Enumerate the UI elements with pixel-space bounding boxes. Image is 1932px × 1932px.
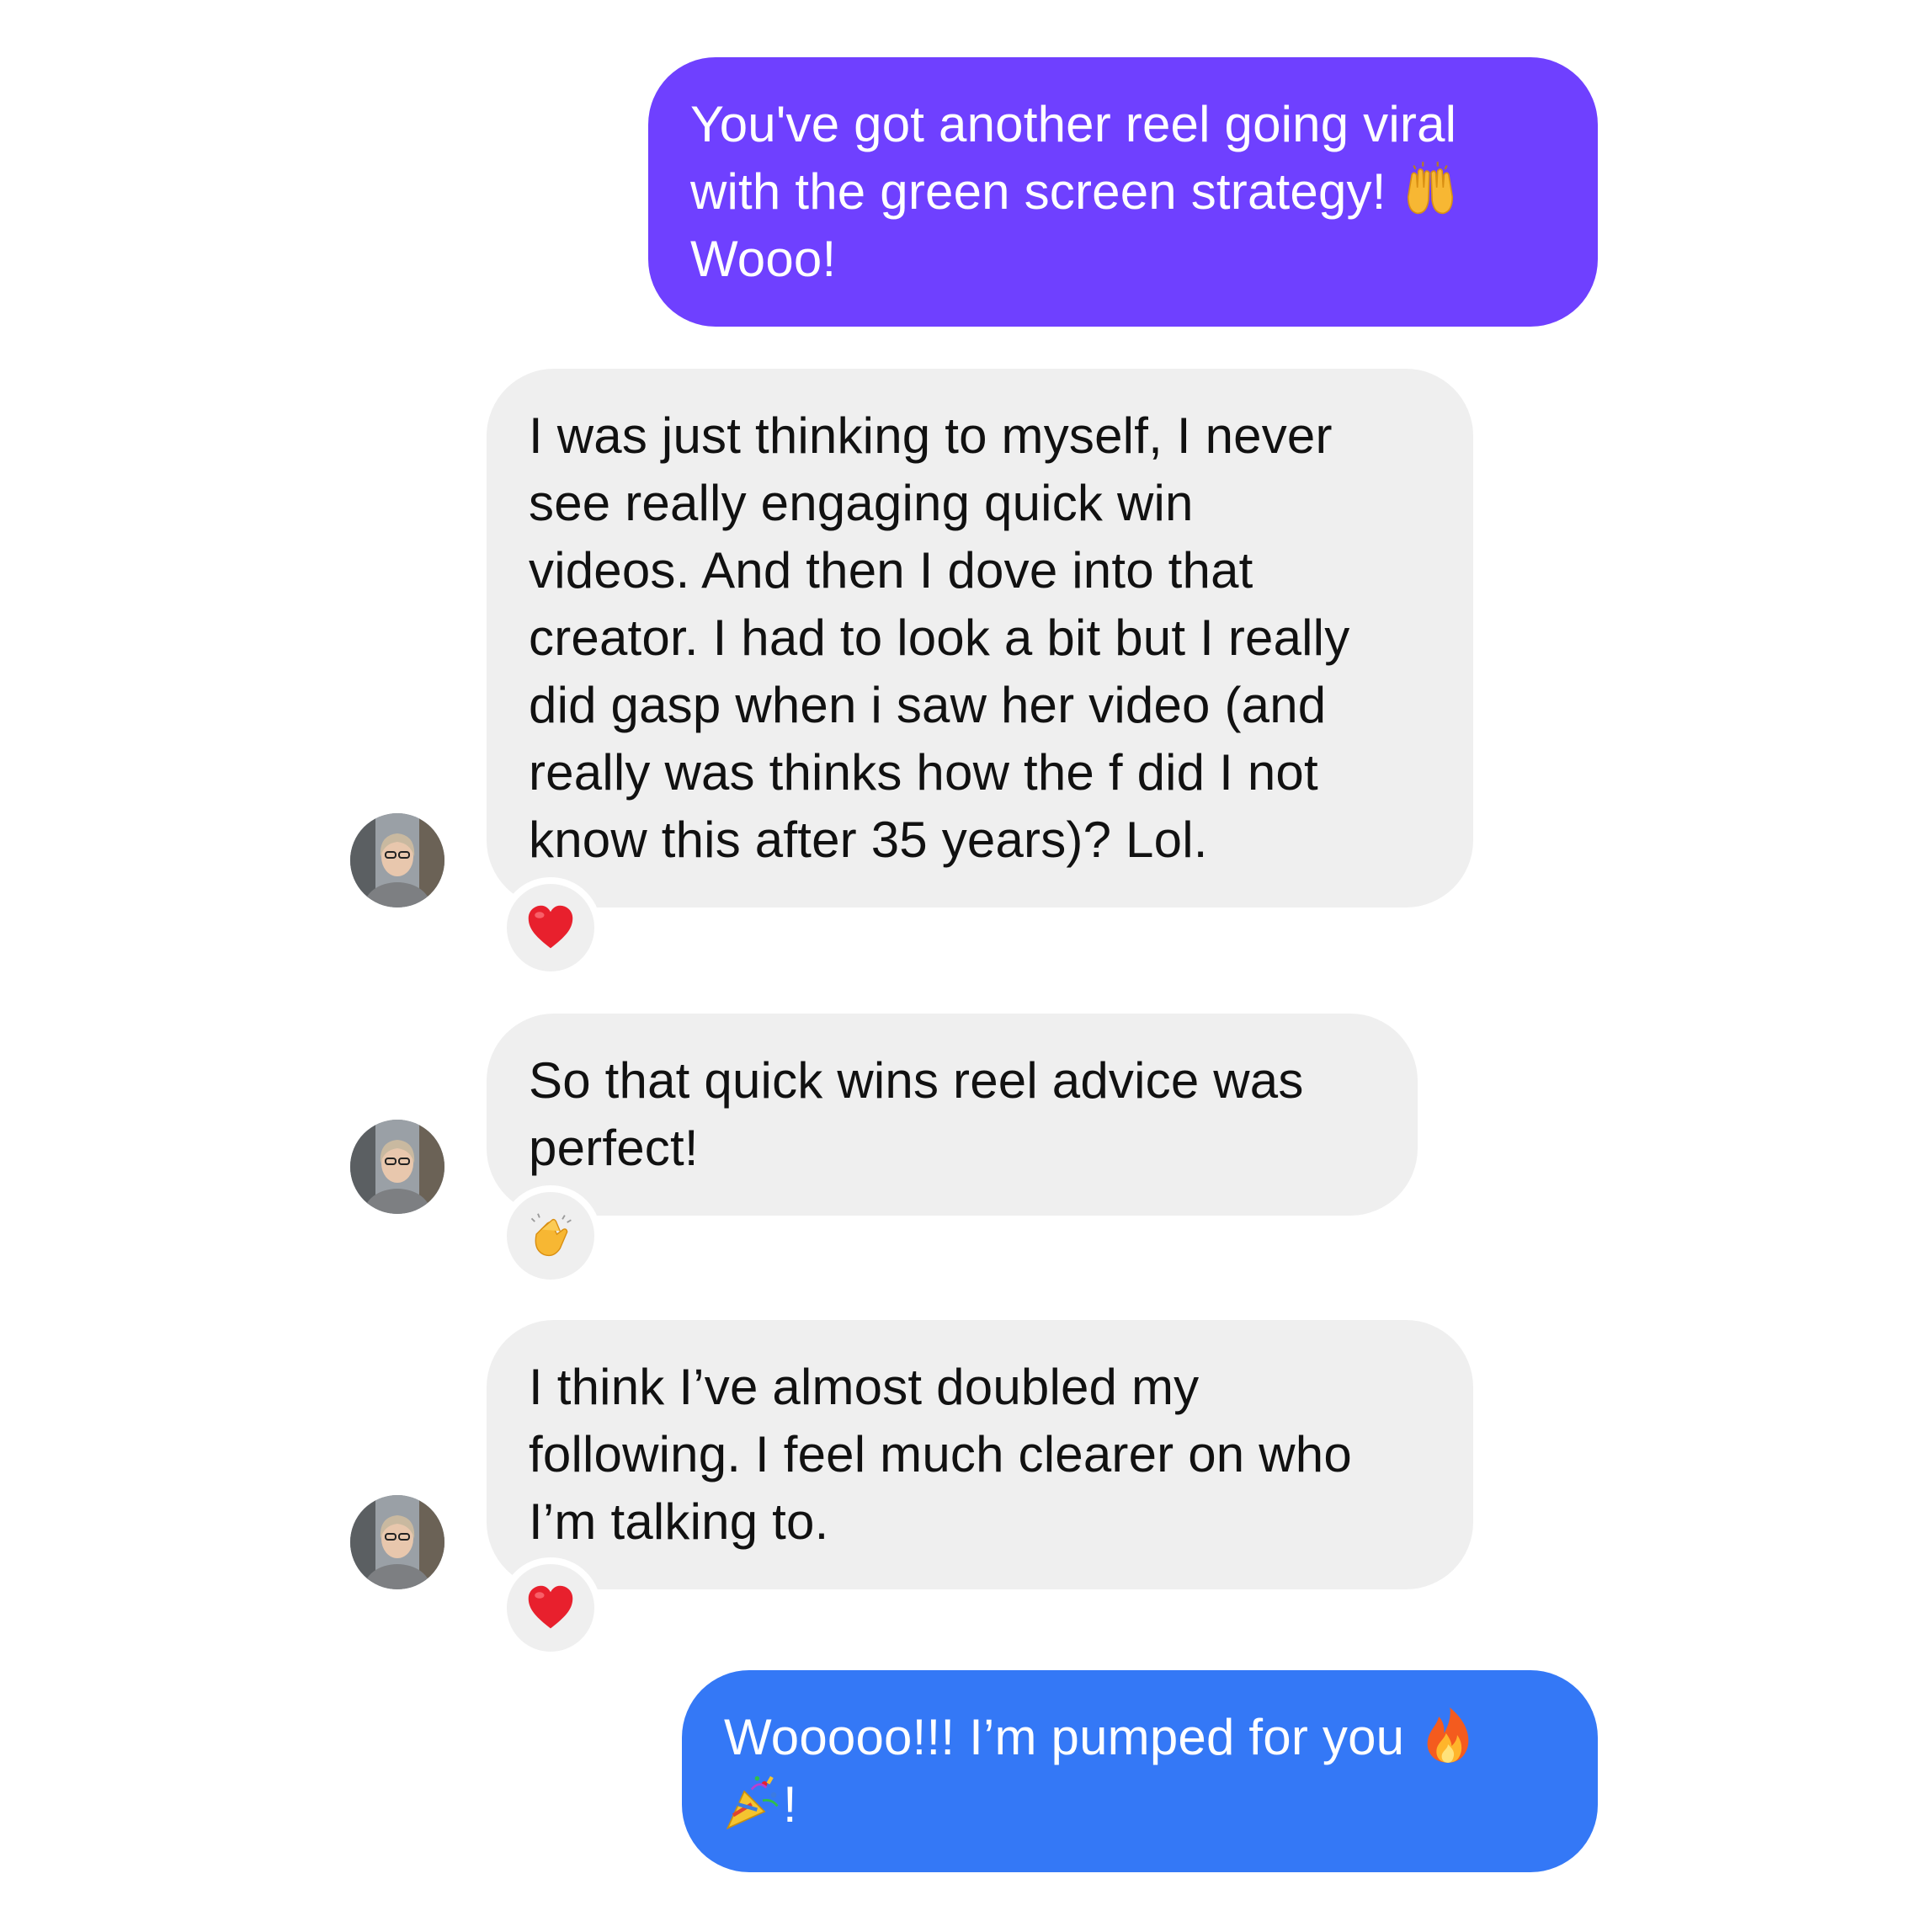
received-message-bubble[interactable]: I was just thinking to myself, I never s… <box>487 369 1473 907</box>
message-line: really was thinks how the f did I not <box>529 744 1318 801</box>
message-line: I’m talking to. <box>529 1493 829 1550</box>
message-line: So that quick wins reel advice was <box>529 1052 1304 1109</box>
avatar[interactable] <box>350 813 444 907</box>
message-line: see really engaging quick win <box>529 475 1194 531</box>
message-line-text: with the green screen strategy! <box>690 163 1386 220</box>
sent-message-bubble[interactable]: Wooooo!!! I’m pumped for you ! <box>682 1670 1598 1872</box>
message-line-text: ! <box>783 1776 797 1833</box>
message-line: did gasp when i saw her video (and <box>529 677 1327 733</box>
sent-message-bubble[interactable]: You've got another reel going viral with… <box>648 57 1598 327</box>
reaction-badge[interactable] <box>500 1185 601 1286</box>
message-line: with the green screen strategy! <box>690 158 1559 226</box>
raising-hands-icon <box>1401 160 1460 219</box>
message-line: perfect! <box>529 1120 699 1176</box>
fire-icon <box>1418 1706 1477 1764</box>
message-thread: You've got another reel going viral with… <box>0 0 1932 1932</box>
received-message-bubble[interactable]: I think I’ve almost doubled my following… <box>487 1320 1473 1589</box>
message-line: following. I feel much clearer on who <box>529 1426 1352 1482</box>
party-popper-icon <box>724 1773 783 1832</box>
heart-icon <box>525 902 576 953</box>
received-message-bubble[interactable]: So that quick wins reel advice was perfe… <box>487 1014 1418 1216</box>
reaction-badge[interactable] <box>500 1557 601 1658</box>
message-line: Wooo! <box>690 231 837 287</box>
reaction-badge[interactable] <box>500 877 601 978</box>
message-line: You've got another reel going viral <box>690 96 1457 152</box>
clapping-hands-icon <box>525 1211 576 1261</box>
message-line: creator. I had to look a bit but I reall… <box>529 609 1350 666</box>
message-line: ! <box>724 1771 1559 1839</box>
message-line: Wooooo!!! I’m pumped for you <box>724 1704 1559 1771</box>
message-line: I was just thinking to myself, I never <box>529 407 1333 464</box>
avatar[interactable] <box>350 1120 444 1214</box>
heart-icon <box>525 1583 576 1633</box>
message-line: videos. And then I dove into that <box>529 542 1253 599</box>
message-line: I think I’ve almost doubled my <box>529 1359 1200 1415</box>
avatar[interactable] <box>350 1495 444 1589</box>
message-line: know this after 35 years)? Lol. <box>529 812 1208 868</box>
message-line-text: Wooooo!!! I’m pumped for you <box>724 1709 1405 1765</box>
